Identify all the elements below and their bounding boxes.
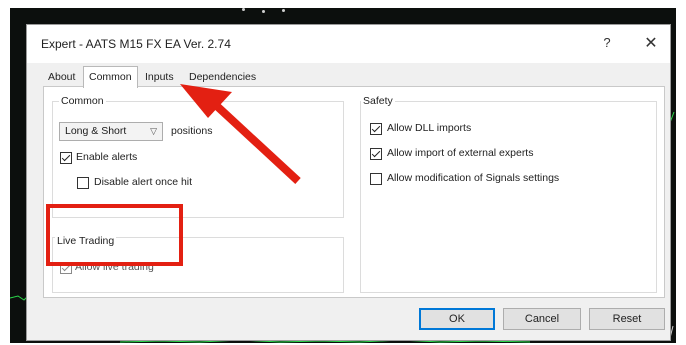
- tab-common[interactable]: Common: [83, 66, 138, 88]
- red-arrow-annotation: [180, 84, 301, 184]
